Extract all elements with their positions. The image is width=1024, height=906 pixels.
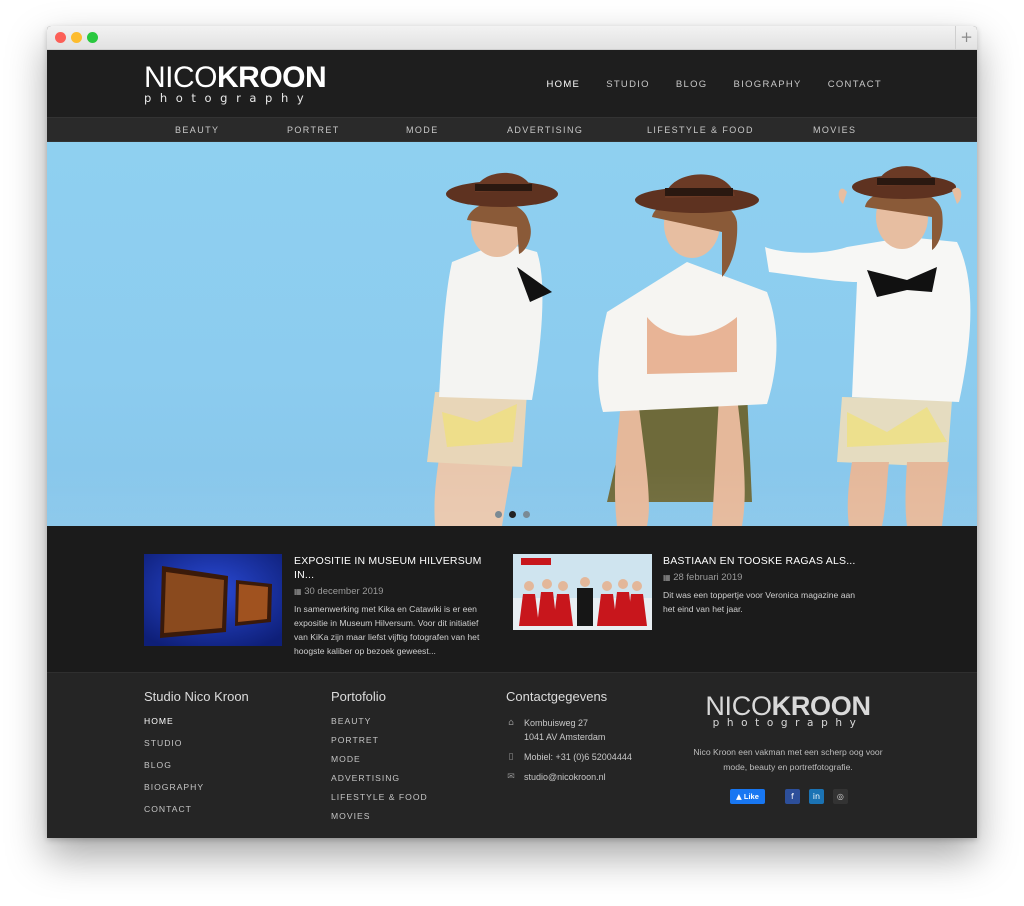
category-portret[interactable]: PORTRET xyxy=(287,125,340,135)
slider-pagination xyxy=(495,511,530,518)
category-lifestyle-food[interactable]: LIFESTYLE & FOOD xyxy=(647,125,754,135)
footer-portfolio-column: Portofolio BEAUTY PORTRET MODE ADVERTISI… xyxy=(331,689,428,822)
footer-portfolio-heading: Portofolio xyxy=(331,689,386,704)
post-title-2[interactable]: BASTIAAN EN TOOSKE RAGAS ALS... xyxy=(663,554,863,568)
post-date-2: ▦ 28 februari 2019 xyxy=(663,572,863,584)
facebook-like-button[interactable]: ▲ Like xyxy=(730,789,765,804)
slider-dot-2[interactable] xyxy=(509,511,516,518)
site-header: NICOKROON photography HOME STUDIO BLOG B… xyxy=(47,50,977,117)
logo-subtitle: photography xyxy=(144,91,313,105)
footer-link-biography[interactable]: BIOGRAPHY xyxy=(144,782,249,793)
nav-blog[interactable]: BLOG xyxy=(676,79,708,90)
linkedin-icon[interactable]: in xyxy=(808,789,824,804)
category-beauty[interactable]: BEAUTY xyxy=(175,125,219,135)
main-navigation: HOME STUDIO BLOG BIOGRAPHY CONTACT xyxy=(520,79,882,90)
footer-portfolio-lifestyle-food[interactable]: LIFESTYLE & FOOD xyxy=(331,792,428,803)
like-label: Like xyxy=(743,792,759,801)
mail-icon: ✉ xyxy=(507,772,515,782)
footer-portfolio-portret[interactable]: PORTRET xyxy=(331,735,428,746)
category-mode[interactable]: MODE xyxy=(406,125,439,135)
instagram-icon[interactable]: ◎ xyxy=(832,789,848,804)
post-excerpt-2: Dit was een toppertje voor Veronica maga… xyxy=(663,590,856,614)
facebook-icon[interactable]: f xyxy=(784,789,800,804)
category-advertising[interactable]: ADVERTISING xyxy=(507,125,583,135)
nav-studio[interactable]: STUDIO xyxy=(606,79,650,90)
address-line-2: 1041 AV Amsterdam xyxy=(524,732,606,742)
nav-home[interactable]: HOME xyxy=(546,79,580,90)
footer-contact-column: Contactgegevens ⌂ Kombuisweg 27 1041 AV A… xyxy=(506,689,656,790)
browser-window: + NICOKROON photography HOME STUDIO BLOG… xyxy=(47,26,977,838)
calendar-icon: ▦ xyxy=(663,573,671,582)
post-title-1[interactable]: EXPOSITIE IN MUSEUM HILVERSUM IN... xyxy=(294,554,494,582)
footer-link-contact[interactable]: CONTACT xyxy=(144,804,249,815)
footer-logo-subtitle: photography xyxy=(712,717,864,729)
social-links: ▲ Like f in ◎ xyxy=(730,789,857,804)
footer-contact-heading: Contactgegevens xyxy=(506,689,608,704)
logo-name-light: NICO xyxy=(144,61,218,94)
nav-contact[interactable]: CONTACT xyxy=(828,79,882,90)
minimize-window-button[interactable] xyxy=(71,32,82,43)
footer-portfolio-mode[interactable]: MODE xyxy=(331,754,428,765)
browser-chrome: + xyxy=(47,26,977,50)
post-date-text-1: 30 december 2019 xyxy=(304,586,384,597)
footer-studio-column: Studio Nico Kroon HOME STUDIO BLOG BIOGR… xyxy=(144,689,249,815)
footer-studio-heading: Studio Nico Kroon xyxy=(144,689,249,704)
home-icon: ⌂ xyxy=(508,718,514,728)
footer-logo: NICOKROON xyxy=(690,693,886,720)
site-logo[interactable]: NICOKROON photography xyxy=(144,61,327,105)
footer-address: ⌂ Kombuisweg 27 1041 AV Amsterdam xyxy=(506,716,656,744)
phone-text[interactable]: Mobiel: +31 (0)6 52004444 xyxy=(524,750,632,764)
phone-icon: ▯ xyxy=(508,752,514,762)
logo-name-bold: KROON xyxy=(217,61,327,94)
hero-slider[interactable] xyxy=(47,142,977,526)
footer-portfolio-advertising[interactable]: ADVERTISING xyxy=(331,773,428,784)
maximize-window-button[interactable] xyxy=(87,32,98,43)
footer-phone: ▯ Mobiel: +31 (0)6 52004444 xyxy=(506,750,656,764)
new-tab-plus-icon[interactable]: + xyxy=(955,26,977,50)
post-thumbnail-1[interactable] xyxy=(144,554,282,646)
nav-biography[interactable]: BIOGRAPHY xyxy=(734,79,802,90)
post-excerpt-1: In samenwerking met Kika en Catawiki is … xyxy=(294,604,480,656)
category-movies[interactable]: MOVIES xyxy=(813,125,856,135)
slider-dot-3[interactable] xyxy=(523,511,530,518)
thumbs-up-icon: ▲ xyxy=(736,792,742,801)
footer-link-studio[interactable]: STUDIO xyxy=(144,738,249,749)
latest-posts: EXPOSITIE IN MUSEUM HILVERSUM IN... ▦ 30… xyxy=(47,526,977,672)
email-link[interactable]: studio@nicokroon.nl xyxy=(524,770,606,784)
footer-portfolio-beauty[interactable]: BEAUTY xyxy=(331,716,428,727)
footer-logo-block: NICOKROON photography Nico Kroon een vak… xyxy=(690,693,886,775)
post-date-1: ▦ 30 december 2019 xyxy=(294,586,494,598)
address-line-1: Kombuisweg 27 xyxy=(524,718,589,728)
footer-portfolio-movies[interactable]: MOVIES xyxy=(331,811,428,822)
calendar-icon: ▦ xyxy=(294,587,302,596)
portfolio-category-nav: BEAUTY PORTRET MODE ADVERTISING LIFESTYL… xyxy=(47,117,977,142)
post-date-text-2: 28 februari 2019 xyxy=(673,572,743,583)
footer-link-blog[interactable]: BLOG xyxy=(144,760,249,771)
footer-email: ✉ studio@nicokroon.nl xyxy=(506,770,656,784)
close-window-button[interactable] xyxy=(55,32,66,43)
post-thumbnail-2[interactable] xyxy=(513,554,652,630)
footer-link-home[interactable]: HOME xyxy=(144,716,249,727)
slider-dot-1[interactable] xyxy=(495,511,502,518)
site-footer: Studio Nico Kroon HOME STUDIO BLOG BIOGR… xyxy=(47,672,977,838)
footer-tagline: Nico Kroon een vakman met een scherp oog… xyxy=(693,747,883,772)
